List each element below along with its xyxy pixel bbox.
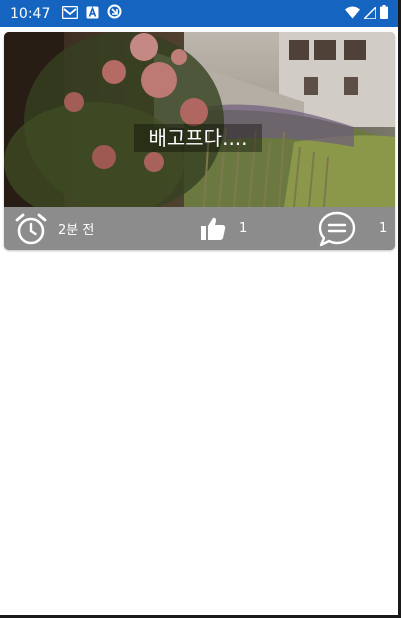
like-count: 1 (239, 221, 248, 236)
cell-signal-icon (362, 4, 377, 23)
system-icons (345, 4, 388, 23)
notification-icons (62, 4, 122, 23)
post-image[interactable] (4, 32, 395, 222)
comment-button[interactable]: 1 (317, 207, 387, 250)
status-bar: 10:47 (0, 0, 398, 27)
post-footer: 2분 전 1 1 (4, 207, 395, 250)
gmail-icon (62, 4, 79, 23)
wifi-icon (345, 4, 360, 23)
chat-bubble-icon (317, 210, 357, 248)
post-title: 배고프다.... (134, 124, 262, 152)
time-info: 2분 전 (14, 207, 94, 250)
data-saver-icon (107, 4, 122, 23)
post-time-ago: 2분 전 (58, 223, 95, 238)
thumbs-up-icon (199, 215, 227, 243)
a-badge-icon (86, 4, 99, 23)
post-card[interactable]: 배고프다.... 2분 전 1 1 (4, 32, 395, 250)
status-time: 10:47 (10, 5, 51, 22)
comment-count: 1 (379, 221, 388, 236)
alarm-clock-icon (14, 212, 48, 246)
battery-icon (380, 4, 388, 23)
like-button[interactable]: 1 (199, 207, 247, 250)
